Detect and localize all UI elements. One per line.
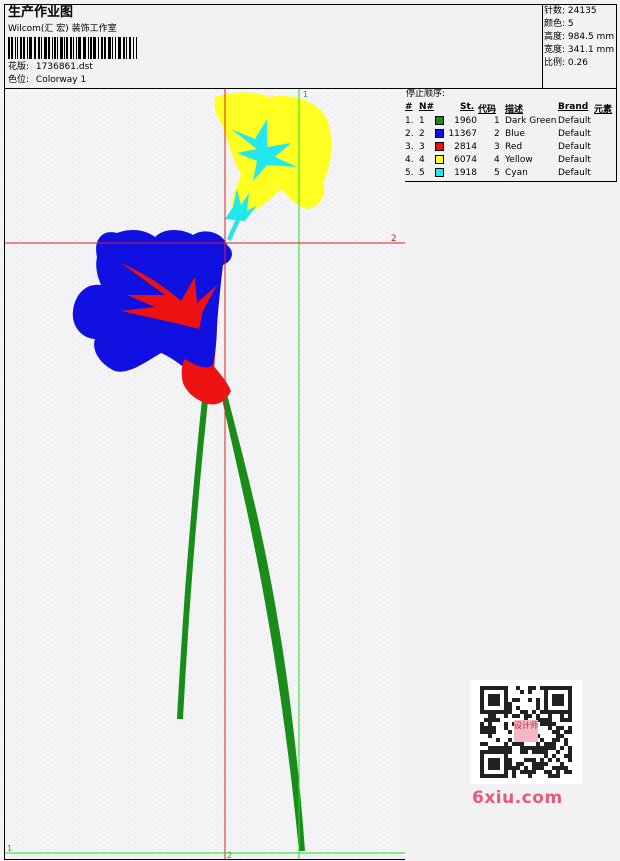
height-value: 984.5 mm xyxy=(567,32,615,42)
row-n: 4 xyxy=(419,155,425,165)
sequence-row: 5. 5 1918 5 Cyan Default xyxy=(405,167,620,180)
row-stitches: 2814 xyxy=(454,142,477,152)
row-num: 2. xyxy=(405,129,414,139)
width-label: 宽度: xyxy=(544,45,566,55)
stat-height: 高度: 984.5 mm xyxy=(544,32,614,43)
scale-value: 0.26 xyxy=(567,58,588,68)
row-brand: Default xyxy=(558,155,591,165)
row-brand: Default xyxy=(558,129,591,139)
qr-code: 设计师 xyxy=(470,680,582,784)
stat-scale: 比例: 0.26 xyxy=(544,58,588,69)
row-num: 3. xyxy=(405,142,414,152)
row-color-swatch xyxy=(435,168,444,177)
row-brand: Default xyxy=(558,142,591,152)
design-label: 花版: xyxy=(8,62,30,72)
stat-colors: 颜色: 5 xyxy=(544,19,574,30)
guide-label-bottom: 2 xyxy=(227,851,232,859)
row-num: 1. xyxy=(405,116,414,126)
row-stitches: 6074 xyxy=(454,155,477,165)
sequence-row: 3. 3 2814 3 Red Default xyxy=(405,141,620,154)
watermark-site: 6xiu.com xyxy=(472,788,563,808)
row-n: 3 xyxy=(419,142,425,152)
row-stitches: 11367 xyxy=(448,129,477,139)
row-brand: Default xyxy=(558,168,591,178)
scale-label: 比例: xyxy=(544,58,566,68)
row-code: 5 xyxy=(494,168,500,178)
row-stitches: 1960 xyxy=(454,116,477,126)
row-desc: Red xyxy=(505,142,523,152)
colorway-name: Colorway 1 xyxy=(35,75,87,85)
row-color-swatch xyxy=(435,129,444,138)
row-n: 1 xyxy=(419,116,425,126)
design-row: 花版: 1736861.dst xyxy=(8,62,93,73)
page-title: 生产作业图 xyxy=(8,5,74,20)
guide-label-top: 1 xyxy=(303,90,308,99)
row-n: 5 xyxy=(419,168,425,178)
sequence-rows: 1. 1 1960 1 Dark Green Default 2. 2 11367 2 Blue De… xyxy=(405,115,617,181)
colorway-row: 色位: Colorway 1 xyxy=(8,75,86,86)
row-stitches: 1918 xyxy=(454,168,477,178)
row-code: 4 xyxy=(494,155,500,165)
stitches-value: 24135 xyxy=(567,6,597,16)
row-brand: Default xyxy=(558,116,591,126)
qr-badge: 设计师 xyxy=(514,720,538,742)
sequence-title: 停止顺序: xyxy=(406,89,446,99)
col-element: 元素 xyxy=(594,105,613,115)
sequence-row: 2. 2 11367 2 Blue Default xyxy=(405,128,620,141)
guide-label-bottom-left: 1 xyxy=(7,844,12,853)
col-code: 代码 xyxy=(478,105,497,115)
col-st: St. xyxy=(460,102,475,112)
sequence-row: 4. 4 6074 4 Yellow Default xyxy=(405,154,620,167)
row-code: 1 xyxy=(494,116,500,126)
embroidery-design: 1 2 1 2 xyxy=(5,89,405,859)
row-n: 2 xyxy=(419,129,425,139)
guide-label-right: 2 xyxy=(391,234,397,244)
row-num: 4. xyxy=(405,155,414,165)
stat-width: 宽度: 341.1 mm xyxy=(544,45,614,56)
row-desc: Dark Green xyxy=(505,116,557,126)
sequence-header: # N# St. 代码 描述 Brand 元素 xyxy=(405,102,617,115)
colors-value: 5 xyxy=(567,19,574,29)
barcode-graphic xyxy=(8,37,137,59)
col-brand: Brand xyxy=(558,102,589,112)
row-color-swatch xyxy=(435,155,444,164)
stitches-label: 针数: xyxy=(544,6,566,16)
design-name: 1736861.dst xyxy=(35,62,93,72)
sequence-row: 1. 1 1960 1 Dark Green Default xyxy=(405,115,620,128)
row-code: 3 xyxy=(494,142,500,152)
height-label: 高度: xyxy=(544,32,566,42)
width-value: 341.1 mm xyxy=(567,45,615,55)
row-code: 2 xyxy=(494,129,500,139)
colors-label: 颜色: xyxy=(544,19,566,29)
row-desc: Blue xyxy=(505,129,525,139)
col-num: # xyxy=(405,102,413,112)
row-desc: Yellow xyxy=(505,155,533,165)
row-num: 5. xyxy=(405,168,414,178)
row-color-swatch xyxy=(435,142,444,151)
row-desc: Cyan xyxy=(505,168,528,178)
company-name: Wilcom(汇 宏) 装饰工作室 xyxy=(8,24,117,34)
col-n: N# xyxy=(419,102,435,112)
stat-stitches: 针数: 24135 xyxy=(544,6,597,17)
colorway-label: 色位: xyxy=(8,75,30,85)
col-desc: 描述 xyxy=(505,105,524,115)
design-background xyxy=(5,89,405,859)
barcode xyxy=(8,37,140,59)
row-color-swatch xyxy=(435,116,444,125)
